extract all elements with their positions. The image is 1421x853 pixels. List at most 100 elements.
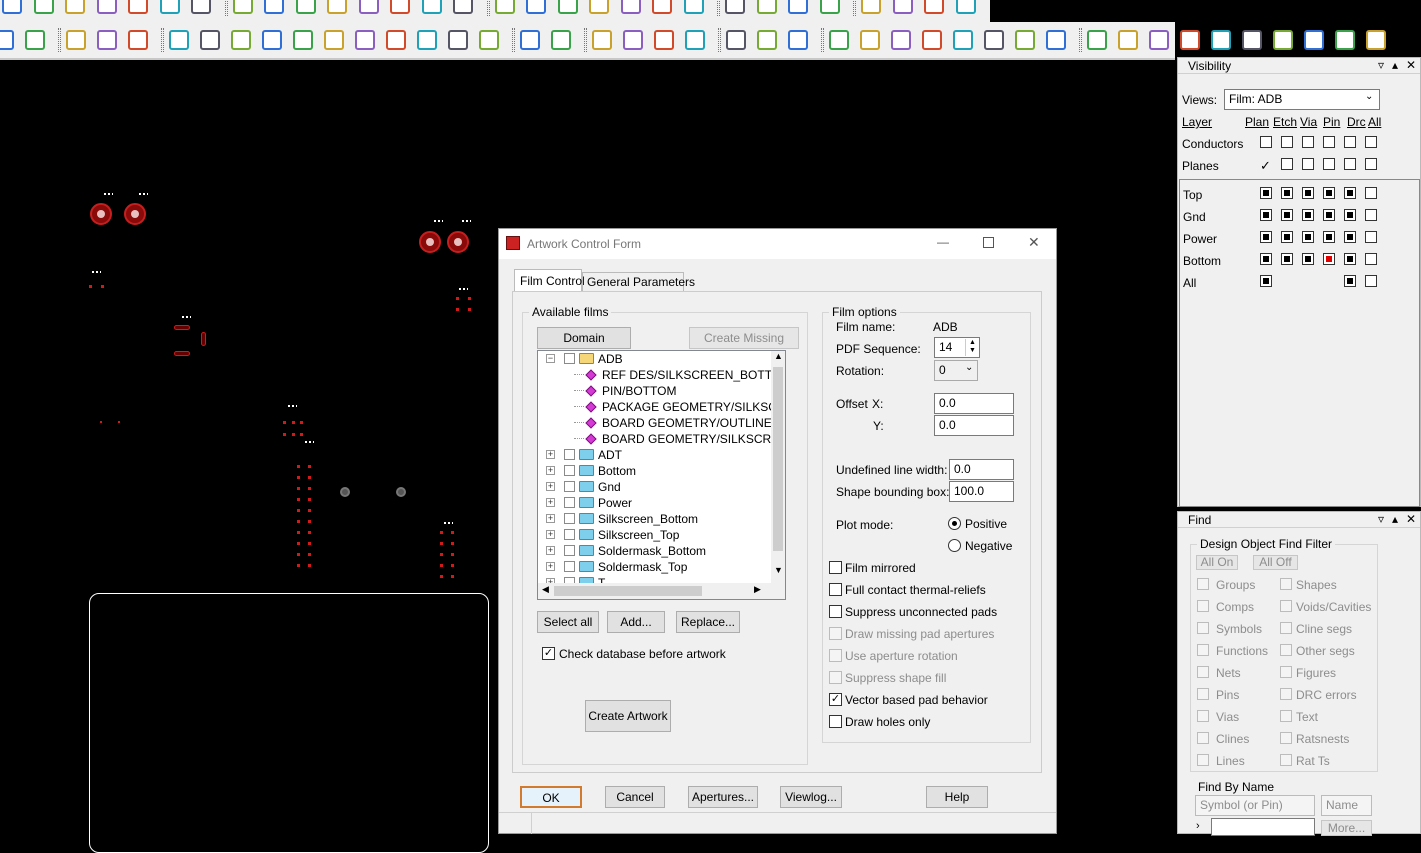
film-checkbox[interactable] [564, 545, 575, 556]
film-option-checkbox[interactable] [829, 561, 842, 574]
layer-visibility-checkbox[interactable] [1302, 253, 1314, 265]
negative-radio[interactable] [948, 539, 961, 552]
toolbar-tool-icon[interactable] [623, 30, 643, 50]
toolbar-tool-icon[interactable] [479, 30, 499, 50]
tree-film-item[interactable]: + Silkscreen_Bottom [538, 511, 778, 527]
domain-selection-button[interactable]: Domain Selection [537, 327, 631, 365]
layer-visibility-checkbox[interactable] [1260, 253, 1272, 265]
scroll-right-icon[interactable]: ▶ [754, 584, 761, 595]
toolbar-tool-icon[interactable] [97, 30, 117, 50]
tree-hscroll[interactable]: ◀ ▶ [538, 583, 785, 599]
find-filter-checkbox[interactable] [1280, 578, 1292, 590]
hscroll-thumb[interactable] [554, 586, 702, 596]
toolbar-tool-icon[interactable] [1149, 30, 1169, 50]
film-option-checkbox[interactable] [829, 605, 842, 618]
toolbar-tool-icon[interactable] [295, 0, 316, 14]
expand-toggle-icon[interactable]: + [546, 482, 555, 491]
visibility-checkbox[interactable] [1281, 158, 1293, 170]
toolbar-tool-icon[interactable] [1015, 30, 1035, 50]
toolbar-tool-icon[interactable] [25, 30, 45, 50]
layer-visibility-checkbox[interactable] [1344, 231, 1356, 243]
toolbar-tool-icon[interactable] [0, 30, 14, 50]
toolbar-tool-icon[interactable] [756, 0, 777, 14]
rotation-select[interactable]: 0 ⌄ [934, 360, 978, 381]
toolbar-tool-icon[interactable] [892, 0, 913, 14]
toolbar-tool-icon[interactable] [448, 30, 468, 50]
film-checkbox[interactable] [564, 529, 575, 540]
tree-film-item[interactable]: + Soldermask_Bottom [538, 543, 778, 559]
films-tree[interactable]: − ADB REF DES/SILKSCREEN_BOTTOM PIN/BOTTOM P… [537, 350, 786, 600]
visibility-checkbox[interactable] [1281, 136, 1293, 148]
find-filter-checkbox[interactable] [1197, 600, 1209, 612]
find-filter-checkbox[interactable] [1197, 732, 1209, 744]
layer-visibility-checkbox[interactable] [1260, 187, 1272, 199]
views-select[interactable]: Film: ADB ⌄ [1224, 89, 1380, 110]
toolbar-tool-icon[interactable] [1242, 30, 1262, 50]
toolbar-tool-icon[interactable] [128, 0, 148, 14]
find-type-select[interactable]: Symbol (or Pin) [1195, 795, 1315, 816]
pin-icon[interactable]: ▿ [1378, 58, 1384, 72]
add-button[interactable]: Add... [607, 611, 665, 633]
layer-visibility-checkbox[interactable] [1344, 209, 1356, 221]
toolbar-tool-icon[interactable] [494, 0, 515, 14]
toolbar-tool-icon[interactable] [200, 30, 220, 50]
toolbar-tool-icon[interactable] [829, 30, 849, 50]
layer-visibility-checkbox[interactable] [1281, 253, 1293, 265]
film-checkbox[interactable] [564, 449, 575, 460]
visibility-column-header[interactable]: Drc [1347, 115, 1366, 129]
layer-visibility-checkbox[interactable] [1281, 187, 1293, 199]
layer-visibility-checkbox[interactable] [1365, 231, 1377, 243]
scroll-thumb[interactable] [773, 367, 783, 551]
close-icon[interactable]: ✕ [1406, 512, 1416, 526]
visibility-column-header[interactable]: Layer [1182, 115, 1212, 129]
toolbar-tool-icon[interactable] [262, 30, 282, 50]
expand-toggle-icon[interactable]: + [546, 530, 555, 539]
toolbar-tool-icon[interactable] [390, 0, 410, 14]
visibility-column-header[interactable]: Via [1300, 115, 1317, 129]
toolbar-tool-icon[interactable] [1046, 30, 1066, 50]
create-artwork-button[interactable]: Create Artwork [585, 700, 671, 732]
close-icon[interactable]: ✕ [1406, 58, 1416, 72]
toolbar-tool-icon[interactable] [924, 0, 944, 14]
tree-film-item[interactable]: + Gnd [538, 479, 778, 495]
positive-radio[interactable] [948, 517, 961, 530]
toolbar-tool-icon[interactable] [520, 30, 540, 50]
expand-toggle-icon[interactable]: + [546, 450, 555, 459]
toolbar-tool-icon[interactable] [169, 30, 189, 50]
visibility-checkbox[interactable] [1365, 158, 1377, 170]
layer-visibility-checkbox[interactable] [1365, 187, 1377, 199]
visibility-column-header[interactable]: Plan [1245, 115, 1269, 129]
visibility-checkbox[interactable] [1344, 136, 1356, 148]
toolbar-tool-icon[interactable] [788, 30, 808, 50]
apertures-button[interactable]: Apertures... [688, 786, 758, 808]
toolbar-tool-icon[interactable] [891, 30, 911, 50]
undefined-line-width-field[interactable]: 0.0 [949, 459, 1014, 480]
find-filter-checkbox[interactable] [1280, 732, 1292, 744]
visibility-checkbox[interactable]: ✓ [1260, 158, 1272, 173]
layer-visibility-checkbox[interactable] [1260, 231, 1272, 243]
toolbar-tool-icon[interactable] [1304, 30, 1324, 50]
visibility-checkbox[interactable] [1323, 136, 1335, 148]
toolbar-tool-icon[interactable] [860, 30, 880, 50]
toolbar-tool-icon[interactable] [955, 0, 976, 14]
toolbar-tool-icon[interactable] [589, 0, 609, 14]
toolbar-tool-icon[interactable] [922, 30, 942, 50]
toolbar-tool-icon[interactable] [1118, 30, 1138, 50]
toolbar-tool-icon[interactable] [324, 30, 344, 50]
check-database-checkbox[interactable]: ✓ [542, 647, 555, 660]
toolbar-tool-icon[interactable] [788, 0, 808, 14]
find-filter-checkbox[interactable] [1280, 754, 1292, 766]
toolbar-tool-icon[interactable] [66, 30, 86, 50]
toolbar-tool-icon[interactable] [417, 30, 437, 50]
toolbar-tool-icon[interactable] [1335, 30, 1355, 50]
float-icon[interactable]: ▴ [1392, 58, 1398, 72]
toolbar-tool-icon[interactable] [453, 0, 473, 14]
find-filter-checkbox[interactable] [1197, 644, 1209, 656]
film-option-checkbox[interactable] [829, 715, 842, 728]
toolbar-tool-icon[interactable] [984, 30, 1004, 50]
toolbar-tool-icon[interactable] [1273, 30, 1293, 50]
film-option-checkbox[interactable] [829, 671, 842, 684]
offset-y-field[interactable]: 0.0 [934, 415, 1014, 436]
toolbar-tool-icon[interactable] [620, 0, 641, 14]
scroll-left-icon[interactable]: ◀ [542, 584, 549, 595]
